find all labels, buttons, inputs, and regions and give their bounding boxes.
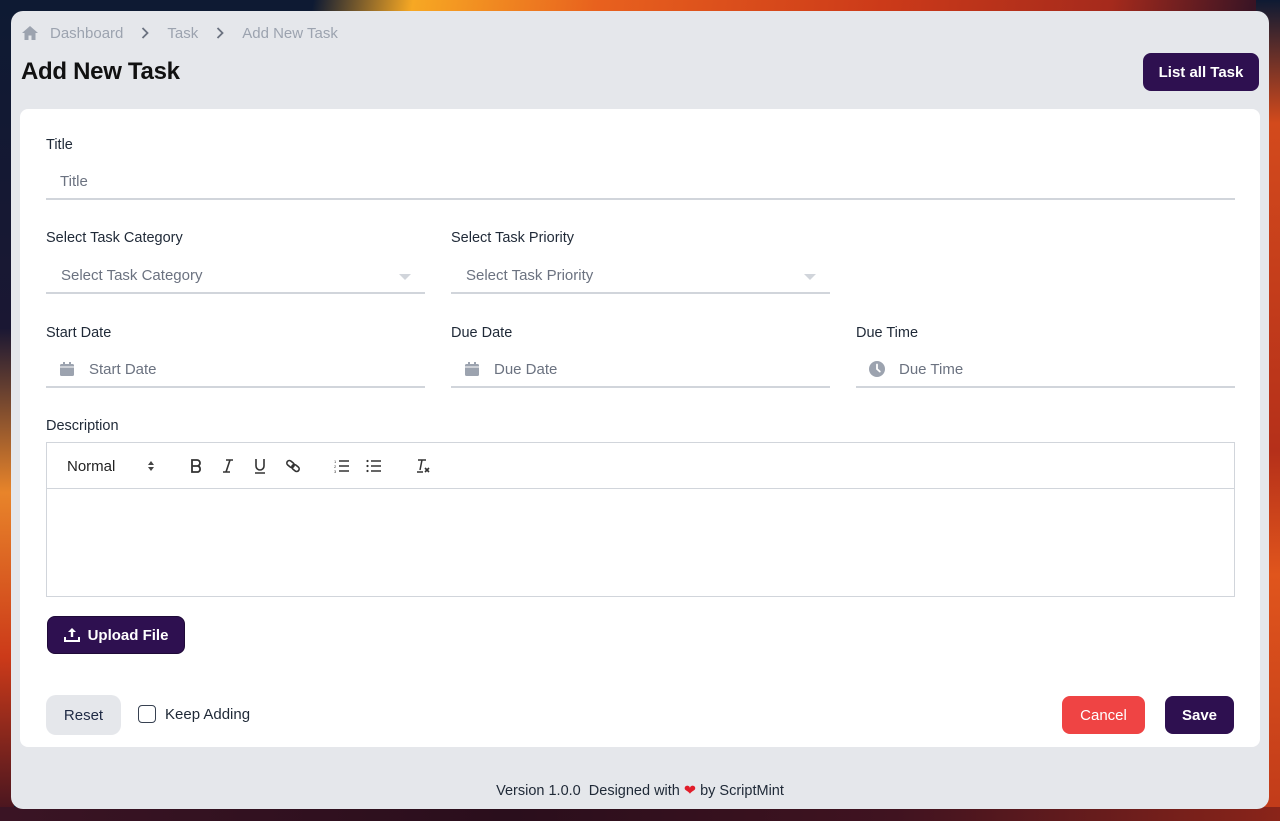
cancel-button[interactable]: Cancel <box>1062 696 1145 734</box>
bold-icon[interactable] <box>187 455 205 477</box>
start-date-placeholder: Start Date <box>89 360 157 378</box>
link-icon[interactable] <box>284 455 302 477</box>
calendar-icon <box>464 361 480 377</box>
due-time-placeholder: Due Time <box>899 360 964 378</box>
priority-label: Select Task Priority <box>451 230 575 246</box>
due-time-input[interactable]: Due Time <box>856 352 1235 388</box>
calendar-icon <box>59 361 75 377</box>
start-date-label: Start Date <box>46 325 112 341</box>
priority-placeholder: Select Task Priority <box>466 266 594 284</box>
clock-icon <box>869 361 885 377</box>
dropdown-arrow-icon <box>804 274 816 280</box>
keep-adding-toggle[interactable]: Keep Adding <box>138 705 250 723</box>
breadcrumb-current: Add New Task <box>242 24 338 42</box>
designed-with-text: Designed with <box>588 783 680 799</box>
chevron-right-icon <box>141 27 150 39</box>
category-label: Select Task Category <box>46 230 183 246</box>
upload-file-button[interactable]: Upload File <box>47 616 185 654</box>
page-title: Add New Task <box>21 58 180 85</box>
description-editor: Normal 123 <box>46 442 1235 597</box>
credit-text[interactable]: by ScriptMint <box>700 783 784 799</box>
breadcrumb-task[interactable]: Task <box>167 25 198 42</box>
svg-text:3: 3 <box>334 469 337 473</box>
description-textarea[interactable] <box>47 489 1234 596</box>
keep-adding-label: Keep Adding <box>165 705 251 723</box>
footer: Version 1.0.0 Designed with ❤ by ScriptM… <box>11 783 1269 799</box>
due-time-label: Due Time <box>856 325 919 341</box>
keep-adding-checkbox[interactable] <box>138 705 156 723</box>
description-label: Description <box>46 418 119 434</box>
heart-icon: ❤ <box>683 783 697 799</box>
title-placeholder: Title <box>60 172 88 190</box>
priority-select[interactable]: Select Task Priority <box>451 258 830 294</box>
breadcrumb-dashboard[interactable]: Dashboard <box>50 25 123 42</box>
format-select-value: Normal <box>67 457 116 475</box>
reset-button[interactable]: Reset <box>46 695 121 735</box>
upload-icon <box>63 628 80 642</box>
list-all-task-button[interactable]: List all Task <box>1143 53 1259 91</box>
upload-file-label: Upload File <box>87 626 169 644</box>
italic-icon[interactable] <box>219 455 237 477</box>
format-select[interactable]: Normal <box>67 455 155 477</box>
updown-arrow-icon <box>148 461 155 471</box>
title-input[interactable]: Title <box>46 164 1235 200</box>
category-placeholder: Select Task Category <box>61 266 203 284</box>
category-select[interactable]: Select Task Category <box>46 258 425 294</box>
dropdown-arrow-icon <box>399 274 411 280</box>
underline-icon[interactable] <box>251 455 269 477</box>
home-icon[interactable] <box>21 25 39 41</box>
version-text: Version 1.0.0 <box>496 783 581 799</box>
app-window: Dashboard Task Add New Task Add New Task… <box>11 11 1269 809</box>
task-form-card: Title Title Select Task Category Select … <box>20 109 1260 747</box>
desktop-background-bottom <box>0 807 1280 821</box>
title-label: Title <box>46 137 73 153</box>
bullet-list-icon[interactable] <box>365 455 383 477</box>
start-date-input[interactable]: Start Date <box>46 352 425 388</box>
due-date-placeholder: Due Date <box>494 360 558 378</box>
breadcrumb: Dashboard Task Add New Task <box>21 23 338 43</box>
due-date-input[interactable]: Due Date <box>451 352 830 388</box>
clear-format-icon[interactable] <box>414 455 432 477</box>
ordered-list-icon[interactable]: 123 <box>333 455 351 477</box>
due-date-label: Due Date <box>451 325 513 341</box>
chevron-right-icon <box>216 27 225 39</box>
editor-toolbar: Normal 123 <box>47 443 1234 489</box>
save-button[interactable]: Save <box>1165 696 1234 734</box>
